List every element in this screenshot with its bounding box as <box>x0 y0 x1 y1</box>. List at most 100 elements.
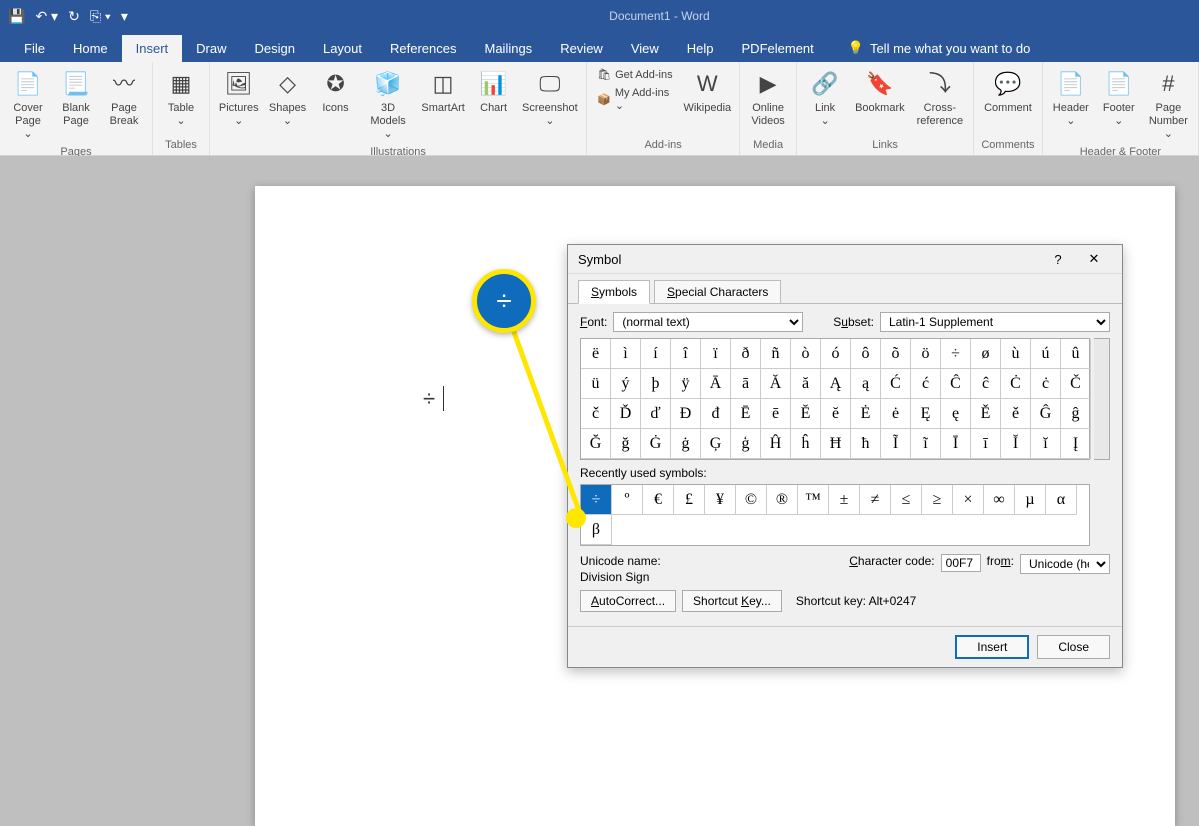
symbol-cell[interactable]: ö <box>911 339 941 369</box>
recent-symbol-cell[interactable]: © <box>736 485 767 515</box>
symbol-cell[interactable]: ý <box>611 369 641 399</box>
symbol-cell[interactable]: ï <box>701 339 731 369</box>
symbol-cell[interactable]: č <box>581 399 611 429</box>
icons-button[interactable]: ✪Icons <box>314 66 358 117</box>
cover-page-button[interactable]: 📄Cover Page ⌄ <box>6 66 50 144</box>
help-button[interactable]: ? <box>1040 252 1076 267</box>
save-icon[interactable]: 💾 <box>8 8 25 25</box>
recent-symbol-cell[interactable]: £ <box>674 485 705 515</box>
symbol-cell[interactable]: Ġ <box>641 429 671 459</box>
tab-file[interactable]: File <box>10 35 59 62</box>
tab-review[interactable]: Review <box>546 35 617 62</box>
symbol-cell[interactable]: û <box>1061 339 1091 369</box>
symbol-cell[interactable]: Ī <box>941 429 971 459</box>
symbol-cell[interactable]: ó <box>821 339 851 369</box>
recent-symbol-cell[interactable]: ¥ <box>705 485 736 515</box>
symbol-cell[interactable]: Ē <box>731 399 761 429</box>
symbol-cell[interactable]: Ė <box>851 399 881 429</box>
symbol-cell[interactable]: í <box>641 339 671 369</box>
footer-button[interactable]: 📄Footer ⌄ <box>1097 66 1141 130</box>
symbol-cell[interactable]: ñ <box>761 339 791 369</box>
undo-icon[interactable]: ↶ ▾ <box>35 8 58 25</box>
symbol-cell[interactable]: Ħ <box>821 429 851 459</box>
tab-pdfelement[interactable]: PDFelement <box>728 35 828 62</box>
symbol-cell[interactable]: ø <box>971 339 1001 369</box>
symbol-cell[interactable]: Ĭ <box>1001 429 1031 459</box>
symbol-cell[interactable]: ē <box>761 399 791 429</box>
symbol-cell[interactable]: õ <box>881 339 911 369</box>
symbol-cell[interactable]: Ĕ <box>791 399 821 429</box>
tab-insert[interactable]: Insert <box>122 35 183 62</box>
recent-symbol-cell[interactable]: ® <box>767 485 798 515</box>
recent-symbol-cell[interactable]: ≤ <box>891 485 922 515</box>
tab-references[interactable]: References <box>376 35 470 62</box>
symbol-cell[interactable]: Ğ <box>581 429 611 459</box>
close-button[interactable]: Close <box>1037 635 1110 659</box>
symbol-cell[interactable]: Ĥ <box>761 429 791 459</box>
cross-reference-button[interactable]: ⤵Cross- reference <box>913 66 967 130</box>
link-button[interactable]: 🔗Link ⌄ <box>803 66 847 130</box>
recent-symbol-cell[interactable]: ÷ <box>581 485 612 515</box>
symbol-cell[interactable]: ą <box>851 369 881 399</box>
symbol-cell[interactable]: ġ <box>671 429 701 459</box>
symbol-cell[interactable]: ò <box>791 339 821 369</box>
tab-mailings[interactable]: Mailings <box>471 35 547 62</box>
subset-select[interactable]: Latin-1 Supplement <box>880 312 1110 332</box>
recent-symbol-cell[interactable]: α <box>1046 485 1077 515</box>
symbol-cell[interactable]: Ă <box>761 369 791 399</box>
grid-scrollbar[interactable] <box>1094 338 1110 460</box>
autocorrect-button[interactable]: AutoCorrect... <box>580 590 676 612</box>
symbol-cell[interactable]: ÿ <box>671 369 701 399</box>
symbol-cell[interactable]: ĭ <box>1031 429 1061 459</box>
comment-button[interactable]: 💬Comment <box>980 66 1036 117</box>
close-icon[interactable]: ✕ <box>1076 251 1112 267</box>
symbol-cell[interactable]: ù <box>1001 339 1031 369</box>
symbol-cell[interactable]: ÷ <box>941 339 971 369</box>
repeat-icon[interactable]: ⎘ ▾ <box>90 8 111 25</box>
redo-icon[interactable]: ↻ <box>68 8 80 25</box>
recent-symbol-cell[interactable]: ≠ <box>860 485 891 515</box>
shapes-button[interactable]: ◇Shapes ⌄ <box>266 66 310 130</box>
smartart-button[interactable]: ◫SmartArt <box>419 66 468 117</box>
symbol-cell[interactable]: Ć <box>881 369 911 399</box>
symbol-cell[interactable]: þ <box>641 369 671 399</box>
symbol-cell[interactable]: Ċ <box>1001 369 1031 399</box>
get-addins-button[interactable]: 🛍 Get Add-ins <box>593 66 677 83</box>
symbol-cell[interactable]: ċ <box>1031 369 1061 399</box>
recent-symbol-cell[interactable]: ™ <box>798 485 829 515</box>
symbol-cell[interactable]: Ģ <box>701 429 731 459</box>
symbol-cell[interactable]: ú <box>1031 339 1061 369</box>
symbol-cell[interactable]: ü <box>581 369 611 399</box>
dialog-titlebar[interactable]: Symbol ? ✕ <box>568 245 1122 274</box>
symbol-cell[interactable]: ă <box>791 369 821 399</box>
symbol-cell[interactable]: ĝ <box>1061 399 1091 429</box>
header-button[interactable]: 📄Header ⌄ <box>1049 66 1093 130</box>
symbol-cell[interactable]: Ą <box>821 369 851 399</box>
symbol-cell[interactable]: ë <box>581 339 611 369</box>
tab-draw[interactable]: Draw <box>182 35 240 62</box>
tab-special-chars[interactable]: Special Characters <box>654 280 781 304</box>
symbol-cell[interactable]: ć <box>911 369 941 399</box>
online-videos-button[interactable]: ▶Online Videos <box>746 66 790 130</box>
symbol-cell[interactable]: ę <box>941 399 971 429</box>
shortcut-key-button[interactable]: Shortcut Key... <box>682 590 782 612</box>
symbol-cell[interactable]: Đ <box>671 399 701 429</box>
symbol-cell[interactable]: ô <box>851 339 881 369</box>
blank-page-button[interactable]: 📃Blank Page <box>54 66 98 130</box>
symbol-cell[interactable]: ė <box>881 399 911 429</box>
page-break-button[interactable]: 〰Page Break <box>102 66 146 130</box>
tab-layout[interactable]: Layout <box>309 35 376 62</box>
symbol-cell[interactable]: ě <box>1001 399 1031 429</box>
recent-symbol-cell[interactable]: × <box>953 485 984 515</box>
symbol-cell[interactable]: ì <box>611 339 641 369</box>
charcode-input[interactable] <box>941 554 981 572</box>
symbol-cell[interactable]: ģ <box>731 429 761 459</box>
symbol-cell[interactable]: Ď <box>611 399 641 429</box>
symbol-cell[interactable]: ĥ <box>791 429 821 459</box>
tab-home[interactable]: Home <box>59 35 122 62</box>
symbol-cell[interactable]: đ <box>701 399 731 429</box>
table-button[interactable]: ▦Table ⌄ <box>159 66 203 130</box>
bookmark-button[interactable]: 🔖Bookmark <box>851 66 909 117</box>
symbol-cell[interactable]: ĕ <box>821 399 851 429</box>
symbol-cell[interactable]: ð <box>731 339 761 369</box>
